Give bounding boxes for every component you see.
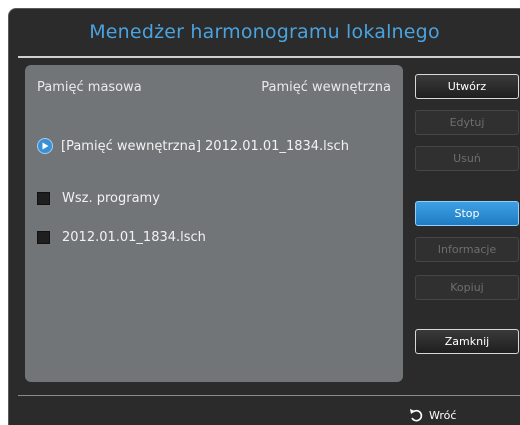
play-icon [37,138,53,154]
close-button[interactable]: Zamknij [415,329,519,354]
create-button[interactable]: Utwórz [415,74,519,99]
footer-divider [18,395,520,396]
back-label: Wróć [429,408,457,422]
list-item-label: Wsz. programy [62,190,160,206]
delete-button[interactable]: Usuń [415,146,519,171]
title-divider [18,56,520,58]
schedule-panel: Pamięć masowa Pamięć wewnętrzna [Pamięć … [25,65,403,382]
info-button[interactable]: Informacje [415,237,519,262]
edit-button[interactable]: Edytuj [415,110,519,135]
list-item-schedule-file[interactable]: 2012.01.01_1834.lsch [37,227,206,247]
current-schedule-label: [Pamięć wewnętrzna] 2012.01.01_1834.lsch [61,138,349,154]
storage-label: Pamięć masowa [37,80,142,95]
back-button[interactable]: Wróć [409,405,456,425]
current-schedule-row[interactable]: [Pamięć wewnętrzna] 2012.01.01_1834.lsch [37,136,349,156]
checkbox[interactable] [37,230,50,244]
storage-header[interactable]: Pamięć masowa Pamięć wewnętrzna [25,80,403,100]
copy-button[interactable]: Kopiuj [415,275,519,300]
checkbox[interactable] [37,191,50,205]
return-arrow-icon [410,409,423,422]
list-item-label: 2012.01.01_1834.lsch [62,229,206,245]
list-item-all-programs[interactable]: Wsz. programy [37,188,160,208]
dialog-title: Menedżer harmonogramu lokalnego [89,21,440,43]
dialog-window: Menedżer harmonogramu lokalnego Pamięć m… [8,8,520,425]
stop-button[interactable]: Stop [415,201,519,226]
storage-value: Pamięć wewnętrzna [261,80,391,95]
